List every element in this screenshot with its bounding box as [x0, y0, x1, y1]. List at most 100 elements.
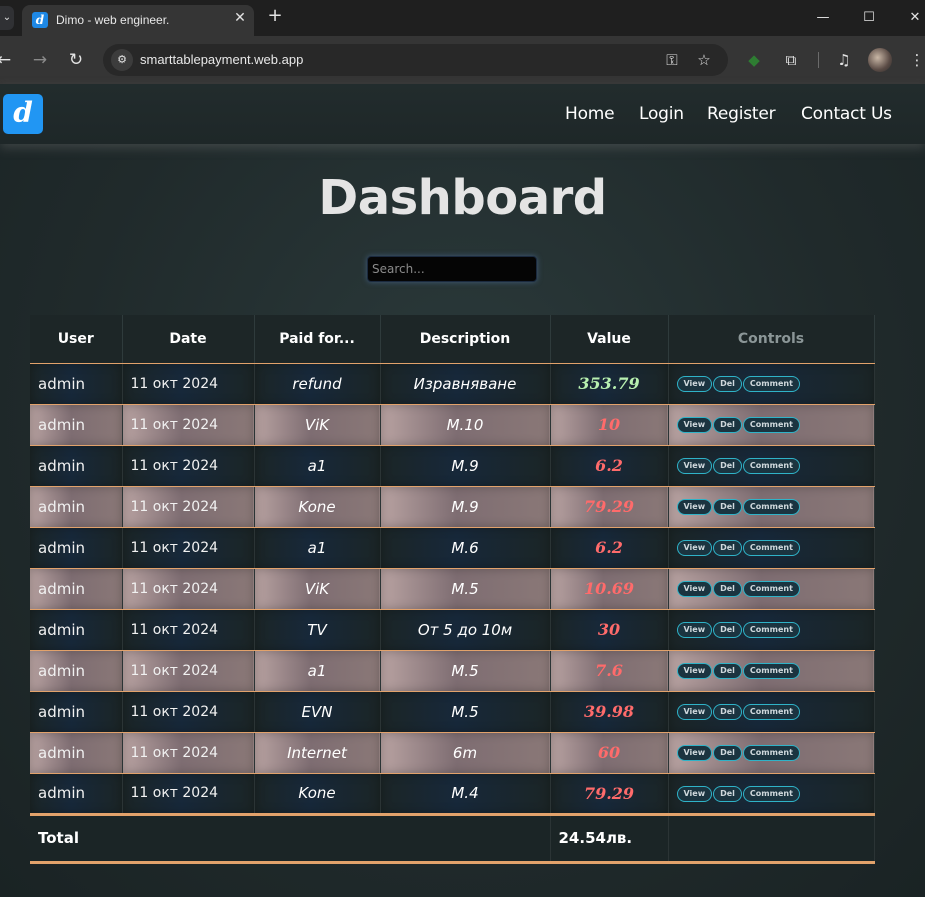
tab-search-button[interactable]: ⌄	[0, 6, 14, 30]
total-row: Total 24.54лв.	[30, 812, 875, 864]
total-controls-cell	[668, 812, 875, 864]
table-row: admin 11 окт 2024 EVN M.5 39.98 View Del Commen…	[30, 691, 875, 733]
view-button[interactable]: View	[676, 540, 713, 556]
value-cell: 6.2	[550, 445, 669, 487]
view-button[interactable]: View	[676, 376, 713, 392]
description-cell: M.4	[380, 773, 551, 815]
table-header-row: User Date Paid for... Description Value …	[30, 315, 875, 364]
comment-button[interactable]: Comment	[742, 499, 800, 515]
view-button[interactable]: View	[676, 499, 713, 515]
date-cell: 11 окт 2024	[122, 609, 255, 651]
delete-button[interactable]: Del	[713, 540, 742, 556]
delete-button[interactable]: Del	[713, 417, 742, 433]
comment-button[interactable]: Comment	[742, 785, 800, 802]
tune-icon[interactable]: ⚙	[111, 49, 133, 71]
value-cell: 39.98	[550, 691, 669, 733]
delete-button[interactable]: Del	[713, 622, 742, 638]
date-cell: 11 окт 2024	[122, 732, 255, 774]
user-cell: admin	[30, 404, 123, 446]
view-button[interactable]: View	[676, 458, 713, 474]
browser-tab-bar: ⌄ d Dimo - web engineer. ✕ + — ☐ ✕	[0, 0, 925, 36]
logo[interactable]: d	[3, 94, 43, 134]
comment-button[interactable]: Comment	[742, 581, 800, 597]
comment-button[interactable]: Comment	[742, 622, 800, 638]
address-bar[interactable]: ⚙ smarttablepayment.web.app ⚿ ☆	[103, 44, 728, 76]
view-button[interactable]: View	[676, 745, 713, 761]
three-dots-icon[interactable]: ⋮	[905, 48, 925, 72]
reload-icon[interactable]: ↻	[64, 48, 88, 72]
nav-login[interactable]: Login	[639, 104, 684, 124]
value-cell: 79.29	[550, 773, 669, 815]
delete-button[interactable]: Del	[713, 663, 742, 679]
view-button[interactable]: View	[676, 622, 713, 638]
close-icon[interactable]: ✕	[232, 10, 248, 26]
delete-button[interactable]: Del	[713, 785, 742, 802]
view-button[interactable]: View	[676, 785, 713, 802]
url-text[interactable]: smarttablepayment.web.app	[140, 52, 303, 67]
comment-button[interactable]: Comment	[742, 704, 800, 720]
column-header-user[interactable]: User	[30, 315, 123, 364]
column-header-value[interactable]: Value	[550, 315, 669, 364]
page-content: d Home Login Register Contact Us Dashboa…	[0, 84, 925, 897]
view-button[interactable]: View	[676, 581, 713, 597]
column-header-date[interactable]: Date	[122, 315, 255, 364]
nav-home[interactable]: Home	[565, 104, 615, 124]
controls-cell: View Del Comment	[668, 568, 875, 610]
view-button[interactable]: View	[676, 663, 713, 679]
delete-button[interactable]: Del	[713, 458, 742, 474]
delete-button[interactable]: Del	[713, 745, 742, 761]
maximize-button[interactable]: ☐	[857, 6, 881, 30]
description-cell: M.5	[380, 691, 551, 733]
puzzle-icon[interactable]: ⧉	[779, 48, 803, 72]
minimize-button[interactable]: —	[811, 6, 835, 30]
avatar[interactable]	[868, 48, 892, 72]
description-cell: M.5	[380, 650, 551, 692]
site-navbar: d Home Login Register Contact Us	[0, 84, 925, 144]
value-cell: 353.79	[550, 363, 669, 405]
puzzle-green-icon[interactable]: ◆	[742, 48, 766, 72]
comment-button[interactable]: Comment	[742, 376, 800, 392]
nav-contact-us[interactable]: Contact Us	[801, 104, 892, 124]
comment-button[interactable]: Comment	[742, 417, 800, 433]
delete-button[interactable]: Del	[713, 376, 742, 392]
date-cell: 11 окт 2024	[122, 568, 255, 610]
chevron-down-icon: ⌄	[2, 12, 12, 23]
description-cell: Изравняване	[380, 363, 551, 405]
delete-button[interactable]: Del	[713, 499, 742, 515]
description-cell: 6m	[380, 732, 551, 774]
new-tab-button[interactable]: +	[265, 6, 285, 26]
table-row: admin 11 окт 2024 Kone M.4 79.29 View Del Comme…	[30, 773, 875, 815]
column-header-paid-for[interactable]: Paid for...	[254, 315, 381, 364]
user-cell: admin	[30, 732, 123, 774]
user-cell: admin	[30, 650, 123, 692]
page-title: Dashboard	[318, 170, 607, 226]
forward-arrow-icon[interactable]: →	[28, 48, 52, 72]
comment-button[interactable]: Comment	[742, 458, 800, 474]
key-icon[interactable]: ⚿	[660, 48, 684, 72]
paid-for-cell: ViK	[254, 568, 381, 610]
user-cell: admin	[30, 609, 123, 651]
browser-tab[interactable]: d Dimo - web engineer. ✕	[22, 5, 254, 36]
comment-button[interactable]: Comment	[742, 745, 800, 761]
controls-cell: View Del Comment	[668, 732, 875, 774]
back-arrow-icon[interactable]: ←	[0, 48, 16, 72]
delete-button[interactable]: Del	[713, 704, 742, 720]
media-queue-icon[interactable]: ♫	[832, 48, 856, 72]
nav-register[interactable]: Register	[707, 104, 776, 124]
column-header-description[interactable]: Description	[380, 315, 551, 364]
value-cell: 30	[550, 609, 669, 651]
date-cell: 11 окт 2024	[122, 404, 255, 446]
window-close-button[interactable]: ✕	[903, 6, 925, 30]
table-row: admin 11 окт 2024 ViK M.10 10 View Del Comment	[30, 404, 875, 446]
table-row: admin 11 окт 2024 TV От 5 до 10м 30 View Del Co…	[30, 609, 875, 651]
controls-cell: View Del Comment	[668, 363, 875, 405]
comment-button[interactable]: Comment	[742, 663, 800, 679]
view-button[interactable]: View	[676, 417, 713, 433]
delete-button[interactable]: Del	[713, 581, 742, 597]
payments-table: User Date Paid for... Description Value …	[30, 315, 875, 864]
star-icon[interactable]: ☆	[692, 48, 716, 72]
comment-button[interactable]: Comment	[742, 540, 800, 556]
view-button[interactable]: View	[676, 704, 713, 720]
search-input[interactable]	[367, 256, 537, 282]
total-value: 24.54лв.	[550, 812, 669, 864]
